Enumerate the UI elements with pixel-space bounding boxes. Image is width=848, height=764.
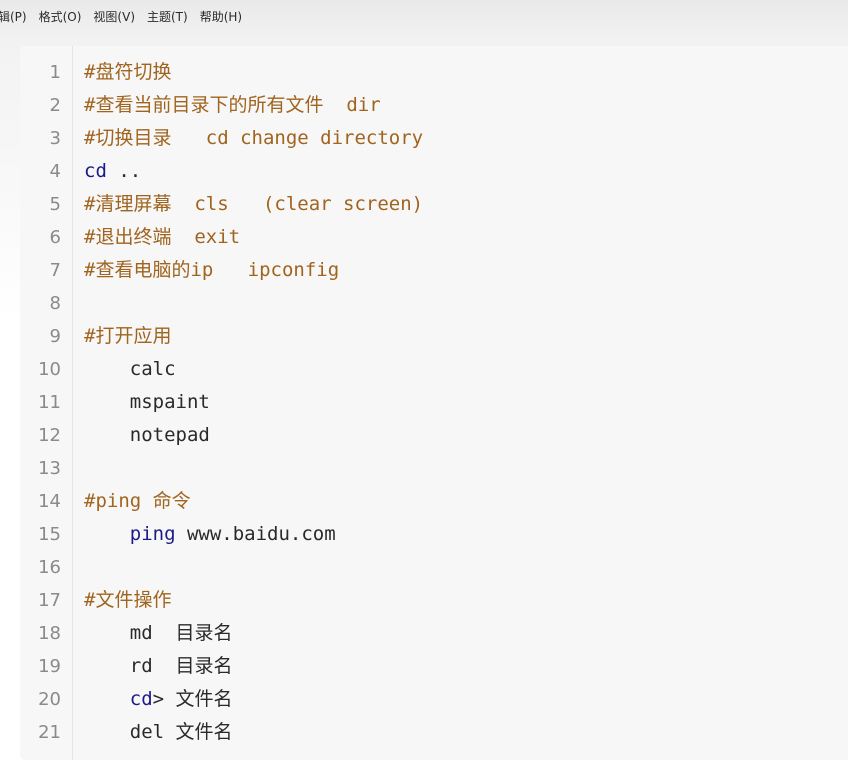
line-code: #退出终端 exit [84,221,240,254]
line-number: 9 [49,326,61,347]
comment-token: #退出终端 exit [84,226,241,248]
line-number: 16 [38,557,61,578]
code-line[interactable]: 2 #查看当前目录下的所有文件 dir [20,89,848,122]
comment-token: #切换目录 cd change directory [84,127,424,149]
cmd-token: cd [129,688,153,710]
code-line[interactable]: 21 del 文件名 [20,716,848,749]
line-code: cd .. [84,155,141,188]
line-code: notepad [84,419,210,452]
code-line[interactable]: 18 md 目录名 [20,617,848,650]
comment-token: #查看电脑的ip ipconfig [84,259,340,281]
line-code: rd 目录名 [84,650,233,683]
comment-token: #打开应用 [84,325,172,347]
comment-token: #清理屏幕 cls (clear screen) [84,193,424,215]
line-number: 17 [38,590,61,611]
menu-item-view[interactable]: 视图(V) [87,8,141,25]
code-line[interactable]: 7 #查看电脑的ip ipconfig [20,254,848,287]
line-number: 3 [49,128,61,149]
code-lines: 1 #盘符切换 2 #查看当前目录下的所有文件 dir 3 #切换目录 cd change… [20,56,848,749]
code-line[interactable]: 12 notepad [20,419,848,452]
code-line[interactable]: 15 ping www.baidu.com [20,518,848,551]
code-line[interactable]: 16 [20,551,848,584]
plain-token: del 文件名 [129,721,233,743]
line-number: 5 [49,194,61,215]
menu-item-format[interactable]: 格式(O) [33,8,88,25]
line-code: #查看当前目录下的所有文件 dir [84,89,381,122]
line-number: 12 [38,425,61,446]
plain-token: md 目录名 [129,622,233,644]
code-line[interactable]: 17 #文件操作 [20,584,848,617]
plain-token: .. [106,160,142,182]
line-code: calc [84,353,176,386]
line-number: 21 [38,722,61,743]
menu-item-help[interactable]: 帮助(H) [194,8,248,25]
line-number: 19 [38,656,61,677]
line-number: 4 [49,161,61,182]
app-window: 辑(P) 格式(O) 视图(V) 主题(T) 帮助(H) 1 #盘符切换 2 #查看当… [0,0,848,764]
comment-token: #查看当前目录下的所有文件 dir [84,94,381,116]
line-number: 14 [38,491,61,512]
code-line[interactable]: 8 [20,287,848,320]
line-number: 7 [49,260,61,281]
code-line[interactable]: 9 #打开应用 [20,320,848,353]
line-code: #盘符切换 [84,56,171,89]
code-line[interactable]: 4 cd .. [20,155,848,188]
code-line[interactable]: 5 #清理屏幕 cls (clear screen) [20,188,848,221]
code-line[interactable]: 14 #ping 命令 [20,485,848,518]
line-number: 20 [38,689,61,710]
cmd-token: ping [129,523,176,545]
plain-token: rd 目录名 [129,655,233,677]
line-number: 10 [38,359,61,380]
line-code: mspaint [84,386,210,419]
line-code: #清理屏幕 cls (clear screen) [84,188,423,221]
code-line[interactable]: 6 #退出终端 exit [20,221,848,254]
menu-item-theme[interactable]: 主题(T) [141,8,194,25]
line-number: 1 [49,62,61,83]
line-code: #查看电脑的ip ipconfig [84,254,339,287]
line-number: 2 [49,95,61,116]
code-line[interactable]: 20 cd> 文件名 [20,683,848,716]
code-line[interactable]: 11 mspaint [20,386,848,419]
line-code: del 文件名 [84,716,233,749]
line-number: 13 [38,458,61,479]
code-line[interactable]: 1 #盘符切换 [20,56,848,89]
plain-token: notepad [129,424,210,446]
comment-token: #文件操作 [84,589,172,611]
line-number: 18 [38,623,61,644]
line-code: ping www.baidu.com [84,518,336,551]
line-code: #文件操作 [84,584,171,617]
line-number: 6 [49,227,61,248]
line-number: 15 [38,524,61,545]
line-code: cd> 文件名 [84,683,233,716]
code-line[interactable]: 13 [20,452,848,485]
menu-item-paragraph[interactable]: 辑(P) [0,8,33,25]
line-code: #切换目录 cd change directory [84,122,423,155]
plain-token: mspaint [129,391,210,413]
code-line[interactable]: 3 #切换目录 cd change directory [20,122,848,155]
plain-token: calc [129,358,176,380]
plain-token: > 文件名 [152,688,233,710]
code-editor[interactable]: 1 #盘符切换 2 #查看当前目录下的所有文件 dir 3 #切换目录 cd change… [20,46,848,760]
code-line[interactable]: 10 calc [20,353,848,386]
line-number: 11 [38,392,61,413]
cmd-token: cd [84,160,107,182]
comment-token: #ping 命令 [84,490,191,512]
comment-token: #盘符切换 [84,61,172,83]
menu-bar: 辑(P) 格式(O) 视图(V) 主题(T) 帮助(H) [0,0,848,32]
line-code: #打开应用 [84,320,171,353]
plain-token: www.baidu.com [175,523,336,545]
line-code: #ping 命令 [84,485,191,518]
line-code: md 目录名 [84,617,233,650]
code-line[interactable]: 19 rd 目录名 [20,650,848,683]
line-number: 8 [49,293,61,314]
